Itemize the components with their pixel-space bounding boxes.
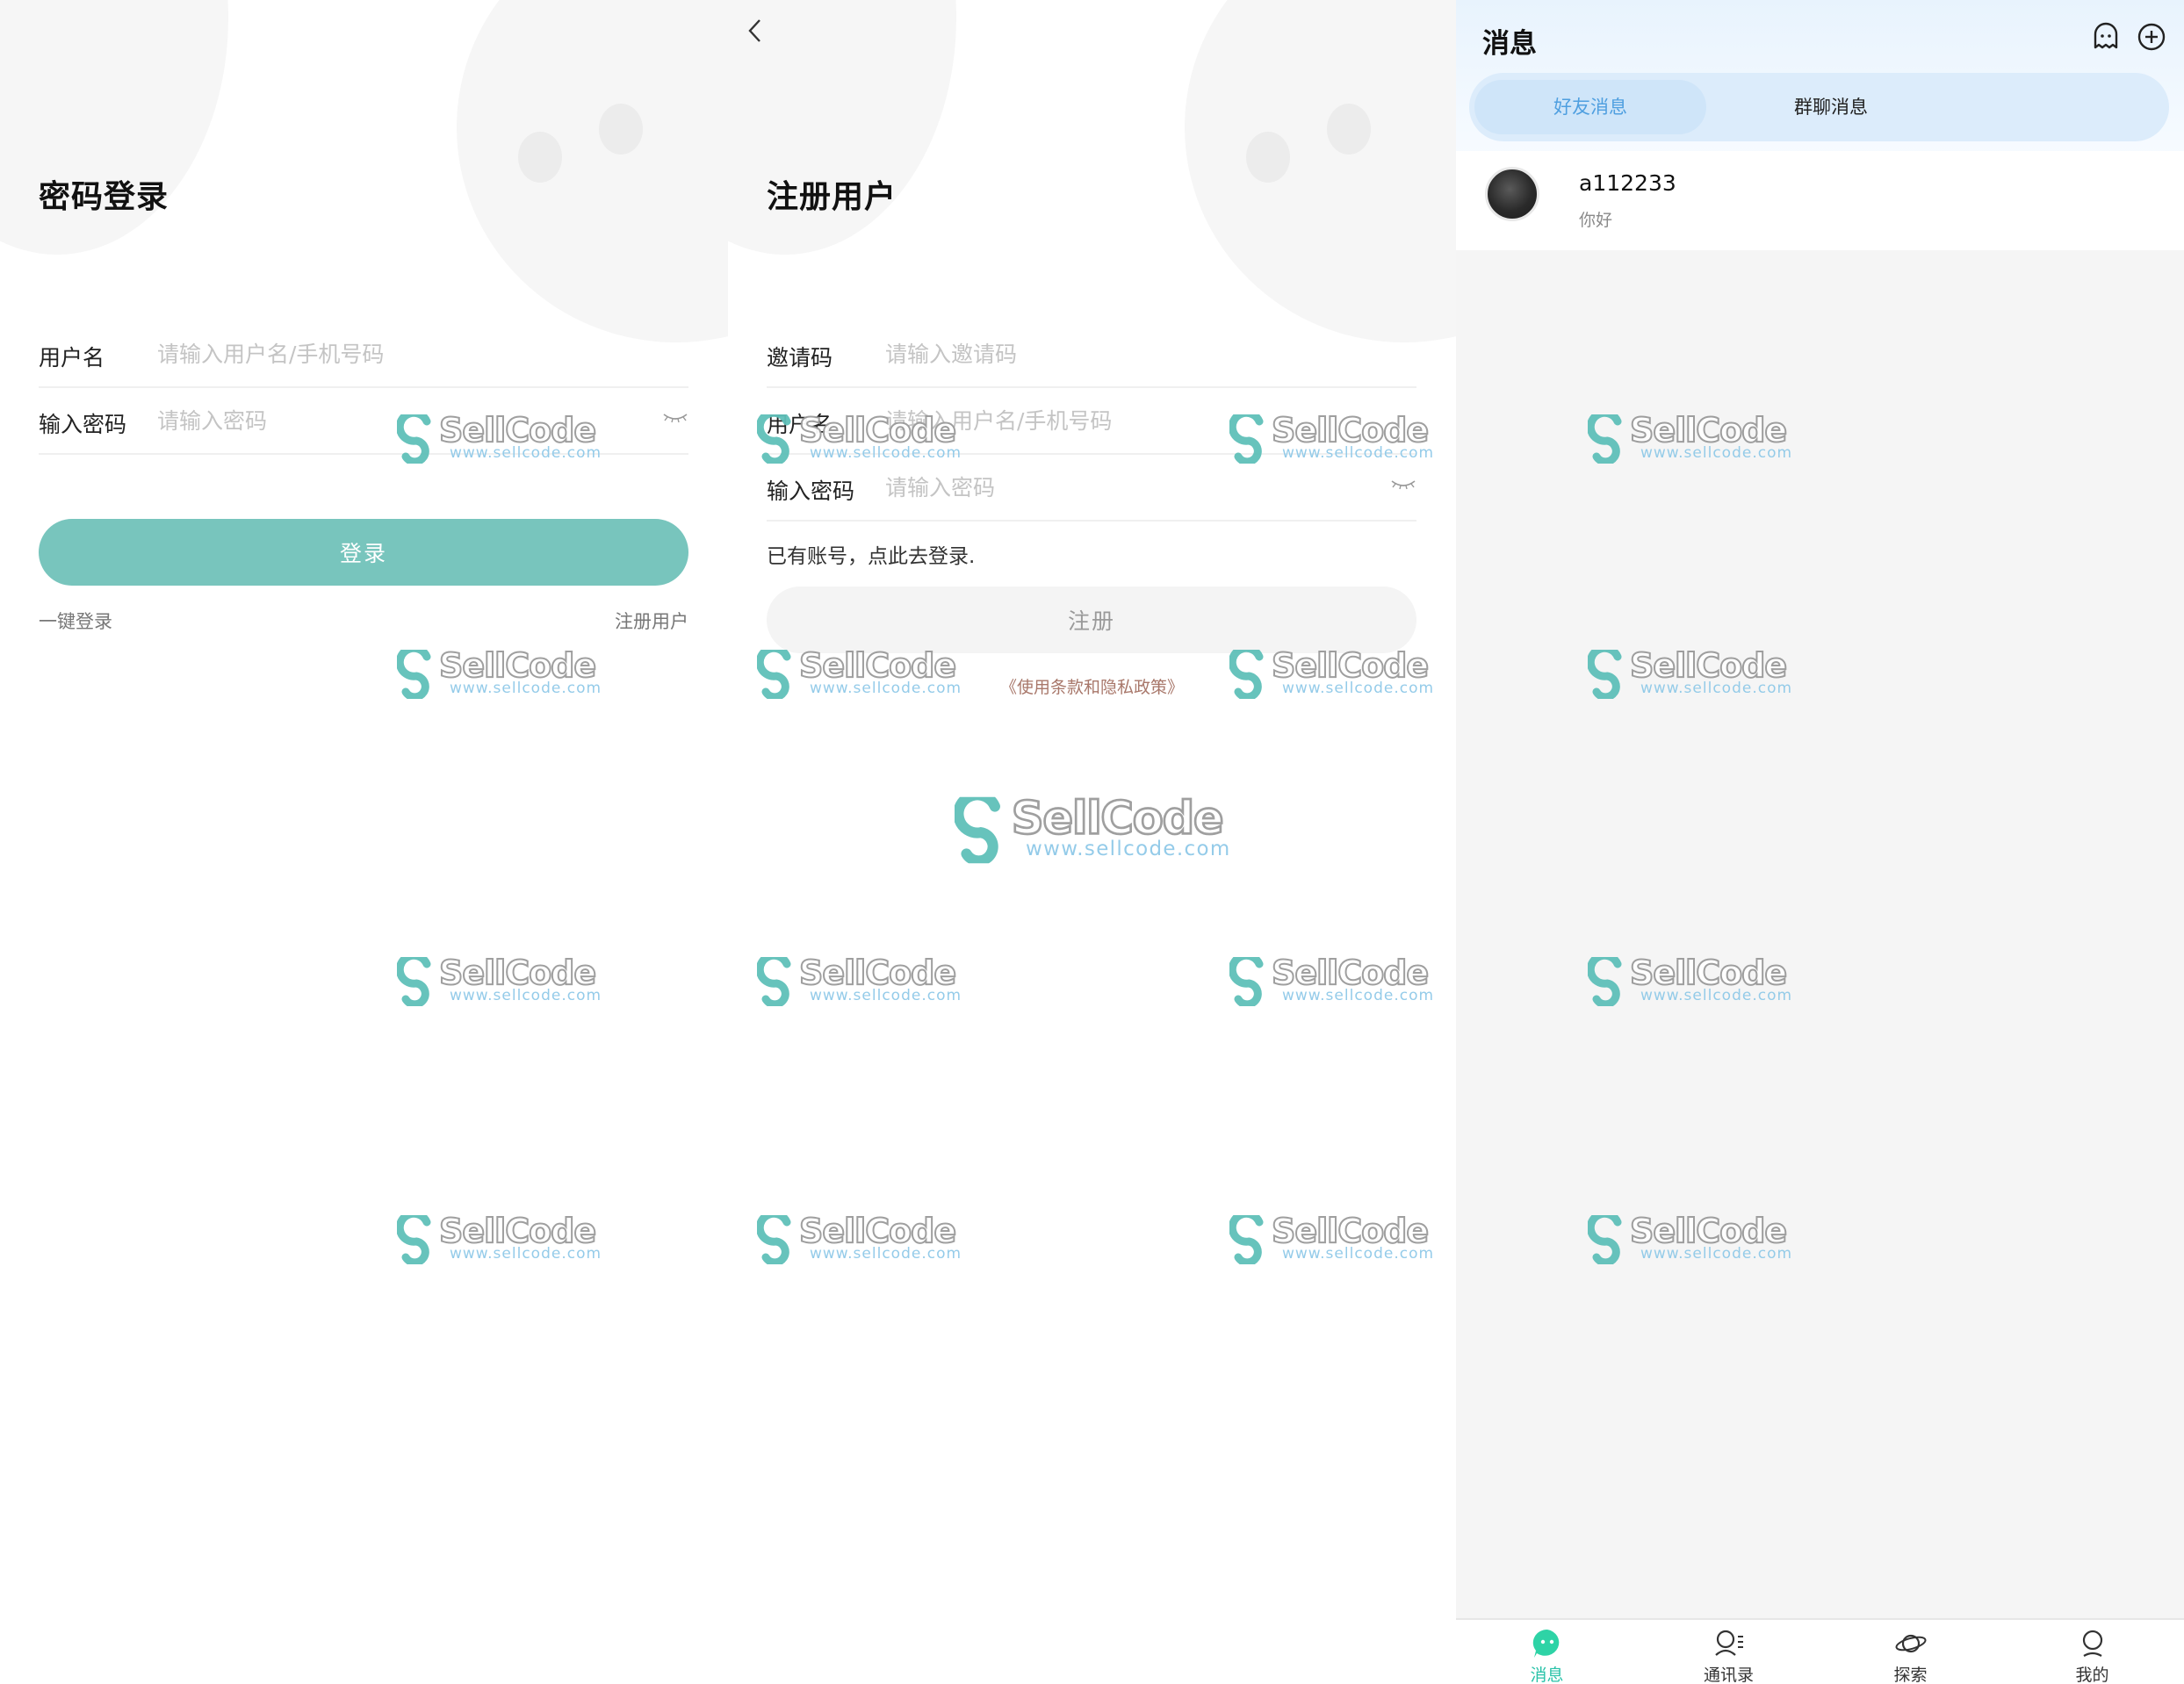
chat-bubble-icon xyxy=(1532,1629,1560,1658)
invite-code-row: 邀请码 xyxy=(767,321,1416,388)
messages-screen: 消息 好友消息 群聊消息 a112233 你好 消息 通讯录 探索 我的 xyxy=(1456,0,2184,1684)
password-label: 输入密码 xyxy=(767,479,855,504)
page-title: 注册用户 xyxy=(767,179,897,215)
username-row: 用户名 xyxy=(767,388,1416,455)
bottom-tabbar: 消息 通讯录 探索 我的 xyxy=(1456,1618,2184,1684)
message-tabs: 好友消息 群聊消息 xyxy=(1469,73,2169,141)
contacts-icon xyxy=(1715,1630,1743,1656)
chat-last-message: 你好 xyxy=(1579,211,1613,230)
username-input[interactable] xyxy=(157,334,649,374)
tabbar-label: 消息 xyxy=(1530,1666,1564,1684)
chat-name: a112233 xyxy=(1579,170,1676,196)
page-title: 消息 xyxy=(1482,28,1537,60)
password-input[interactable] xyxy=(157,400,649,441)
tabbar-label: 通讯录 xyxy=(1703,1666,1754,1684)
decor-eye xyxy=(518,132,562,183)
login-button[interactable]: 登录 xyxy=(39,519,688,586)
register-button[interactable]: 注册 xyxy=(767,587,1416,653)
invite-code-input[interactable] xyxy=(885,334,1377,374)
avatar xyxy=(1485,167,1539,221)
one-click-login-link[interactable]: 一键登录 xyxy=(39,608,112,634)
tabbar-label: 我的 xyxy=(2075,1666,2109,1684)
decor-bubble xyxy=(1185,0,1456,342)
decor-bubble xyxy=(457,0,728,342)
screen-composite: 密码登录 用户名 输入密码 登录 一键登录 注册用户 注 xyxy=(0,0,2184,1684)
password-input[interactable] xyxy=(885,467,1377,507)
eye-closed-icon[interactable] xyxy=(662,407,688,428)
invite-code-label: 邀请码 xyxy=(767,345,833,371)
password-row: 输入密码 xyxy=(767,455,1416,522)
tabbar-item-me[interactable]: 我的 xyxy=(2001,1620,2183,1684)
tabbar-item-contacts[interactable]: 通讯录 xyxy=(1638,1620,1820,1684)
password-row: 输入密码 xyxy=(39,388,688,455)
register-link[interactable]: 注册用户 xyxy=(615,608,688,634)
tab-friend-messages[interactable]: 好友消息 xyxy=(1474,80,1706,134)
chat-list-item[interactable]: a112233 你好 xyxy=(1456,151,2184,248)
policy-link[interactable]: 《使用条款和隐私政策》 xyxy=(728,674,1456,698)
tab-group-messages[interactable]: 群聊消息 xyxy=(1715,80,1947,134)
back-arrow-icon[interactable] xyxy=(743,16,769,46)
username-row: 用户名 xyxy=(39,321,688,388)
user-icon xyxy=(2082,1630,2103,1657)
login-screen: 密码登录 用户名 输入密码 登录 一键登录 注册用户 xyxy=(0,0,728,1684)
decor-eye xyxy=(599,104,643,155)
username-input[interactable] xyxy=(885,400,1377,441)
tabbar-label: 探索 xyxy=(1893,1666,1928,1684)
username-label: 用户名 xyxy=(39,345,105,371)
planet-icon xyxy=(1895,1634,1927,1653)
register-screen: 注册用户 邀请码 用户名 输入密码 已有账号，点此去登录. 注册 《使用条款和隐… xyxy=(728,0,1456,1684)
go-to-login-link[interactable]: 已有账号，点此去登录. xyxy=(767,539,975,569)
decor-eye xyxy=(1246,132,1290,183)
tabbar-item-messages[interactable]: 消息 xyxy=(1456,1620,1638,1684)
tabbar-item-explore[interactable]: 探索 xyxy=(1820,1620,2001,1684)
password-label: 输入密码 xyxy=(39,412,127,437)
eye-closed-icon[interactable] xyxy=(1390,474,1416,495)
page-title: 密码登录 xyxy=(39,179,169,215)
decor-eye xyxy=(1327,104,1371,155)
username-label: 用户名 xyxy=(767,412,833,437)
ghost-chat-icon[interactable] xyxy=(2090,21,2122,53)
add-icon[interactable] xyxy=(2136,21,2167,53)
